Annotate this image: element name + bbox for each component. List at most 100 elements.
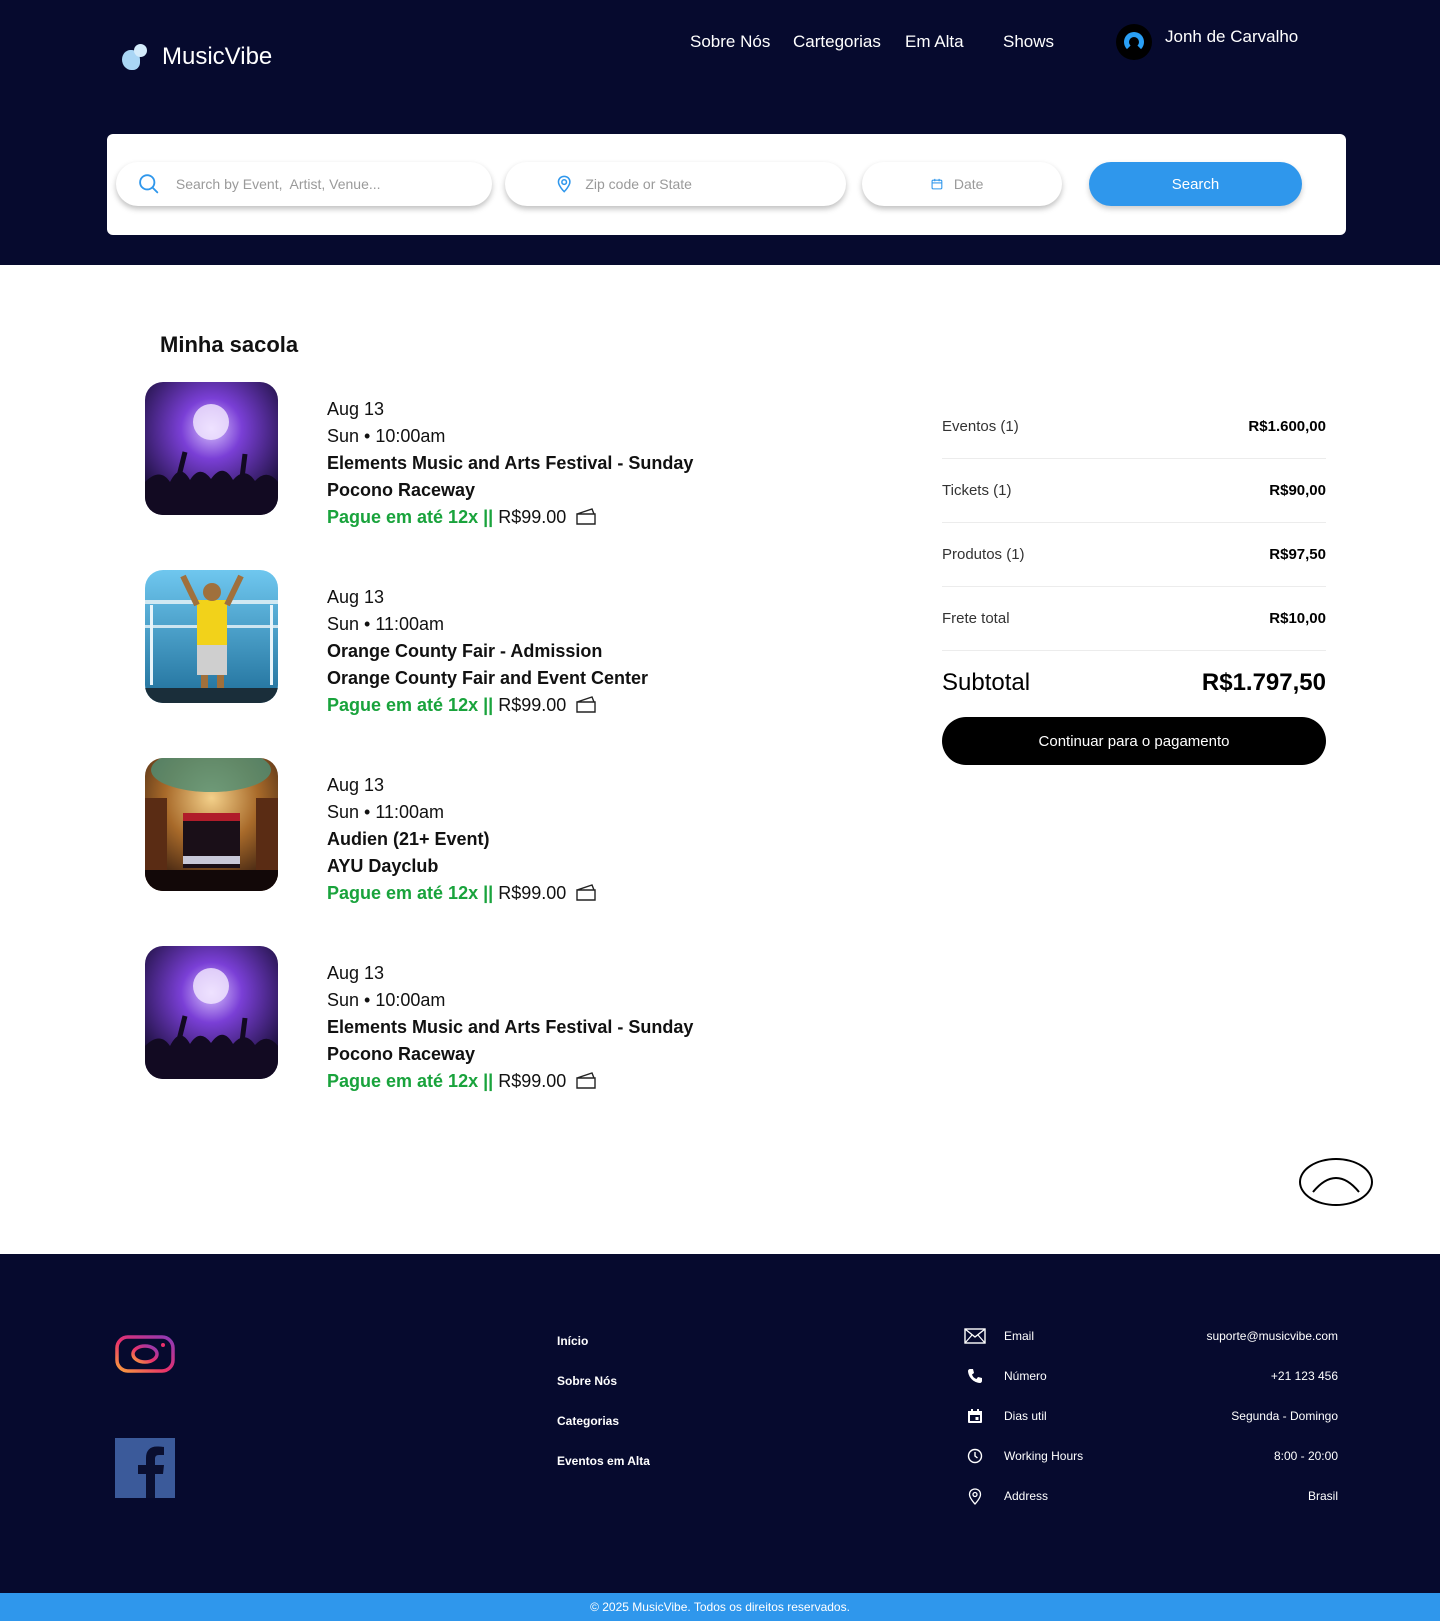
event-time: Sun • 11:00am [327, 802, 445, 822]
nav-categorias[interactable]: Cartegorias [793, 32, 881, 52]
footer-link-inicio[interactable]: Início [557, 1334, 588, 1348]
location-pin-icon [557, 175, 571, 193]
price: R$99.00 [498, 883, 567, 903]
contact-days: Dias util Segunda - Domingo [964, 1404, 1338, 1428]
price: R$99.00 [498, 695, 567, 715]
installment-text: Pague em até 12x [327, 695, 479, 715]
installment-text: Pague em até 12x [327, 1071, 479, 1091]
event-name[interactable]: Orange County Fair - Admission [327, 638, 648, 665]
summary-label: Produtos (1) [942, 546, 1025, 563]
separator: || [483, 883, 494, 903]
summary-value: R$1.600,00 [1248, 418, 1326, 435]
event-search-field[interactable] [116, 162, 492, 206]
contact-value: 8:00 - 20:00 [1273, 1449, 1338, 1463]
ticket-icon [576, 508, 596, 525]
back-to-top-button[interactable] [1299, 1158, 1373, 1206]
order-summary: Eventos (1) R$1.600,00 Tickets (1) R$90,… [942, 395, 1326, 765]
cart-item: Aug 13 Sun • 11:00am Orange County Fair … [145, 570, 765, 715]
search-button[interactable]: Search [1089, 162, 1302, 206]
event-name[interactable]: Audien (21+ Event) [327, 826, 597, 853]
copyright-bar: © 2025 MusicVibe. Todos os direitos rese… [0, 1593, 1440, 1621]
event-time: Sun • 11:00am [327, 614, 445, 634]
search-icon [139, 174, 159, 194]
summary-row-produtos: Produtos (1) R$97,50 [942, 523, 1326, 587]
installment-text: Pague em até 12x [327, 507, 479, 527]
logo-icon [120, 42, 148, 72]
event-time: Sun • 10:00am [327, 990, 446, 1010]
summary-value: R$10,00 [1269, 610, 1326, 627]
location-field[interactable] [505, 162, 846, 206]
summary-value: R$90,00 [1269, 482, 1326, 499]
summary-row-frete: Frete total R$10,00 [942, 587, 1326, 651]
event-name[interactable]: Elements Music and Arts Festival - Sunda… [327, 1014, 693, 1041]
event-image[interactable] [145, 758, 278, 891]
event-venue: Pocono Raceway [327, 480, 476, 500]
summary-row-tickets: Tickets (1) R$90,00 [942, 459, 1326, 523]
calendar-icon [931, 178, 943, 190]
price: R$99.00 [498, 1071, 567, 1091]
installment-text: Pague em até 12x [327, 883, 479, 903]
nav-em-alta[interactable]: Em Alta [905, 32, 964, 52]
site-footer: Início Sobre Nós Categorias Eventos em A… [0, 1254, 1440, 1593]
contact-label: Dias util [1004, 1409, 1047, 1423]
contact-value[interactable]: +21 123 456 [1271, 1369, 1338, 1383]
contact-phone: Número +21 123 456 [964, 1364, 1338, 1388]
contact-value[interactable]: suporte@musicvibe.com [1206, 1329, 1338, 1343]
summary-label: Tickets (1) [942, 482, 1012, 499]
ticket-icon [576, 884, 596, 901]
contact-label: Número [1004, 1369, 1047, 1383]
phone-icon [964, 1365, 986, 1387]
summary-label: Eventos (1) [942, 418, 1019, 435]
event-image[interactable] [145, 946, 278, 1079]
separator: || [483, 1071, 494, 1091]
event-time: Sun • 10:00am [327, 426, 446, 446]
chevron-up-icon [1312, 1177, 1360, 1193]
nav-sobre-nos[interactable]: Sobre Nós [690, 32, 770, 52]
contact-value: Segunda - Domingo [1231, 1409, 1338, 1423]
date-input[interactable] [953, 176, 1062, 192]
event-date: Aug 13 [327, 775, 385, 795]
user-name[interactable]: Jonh de Carvalho [1165, 27, 1298, 47]
page-title: Minha sacola [160, 332, 299, 357]
ticket-icon [576, 1072, 596, 1089]
footer-link-categorias[interactable]: Categorias [557, 1414, 619, 1428]
checkout-button[interactable]: Continuar para o pagamento [942, 717, 1326, 765]
facebook-icon[interactable] [115, 1438, 175, 1498]
user-icon [1124, 32, 1144, 52]
avatar[interactable] [1116, 24, 1152, 60]
contact-label: Email [1004, 1329, 1035, 1343]
separator: || [483, 507, 494, 527]
event-image[interactable] [145, 570, 278, 703]
logo[interactable]: MusicVibe [120, 40, 272, 74]
cart-item: Aug 13 Sun • 10:00am Elements Music and … [145, 382, 765, 527]
date-field[interactable] [862, 162, 1062, 206]
nav-shows[interactable]: Shows [1003, 32, 1054, 52]
calendar-icon [964, 1405, 986, 1427]
ticket-icon [576, 696, 596, 713]
subtotal-value: R$1.797,50 [1201, 669, 1326, 696]
summary-label: Frete total [942, 610, 1010, 627]
event-date: Aug 13 [327, 399, 385, 419]
cart-item: Aug 13 Sun • 10:00am Elements Music and … [145, 946, 765, 1091]
location-icon [964, 1485, 986, 1507]
subtotal-label: Subtotal [942, 669, 1031, 696]
search-input[interactable] [175, 176, 492, 192]
site-header: MusicVibe Sobre Nós Cartegorias Em Alta … [0, 0, 1440, 265]
event-date: Aug 13 [327, 963, 385, 983]
event-image[interactable] [145, 382, 278, 515]
clock-icon [964, 1445, 986, 1467]
separator: || [483, 695, 494, 715]
instagram-icon[interactable] [115, 1334, 175, 1374]
footer-link-sobre-nos[interactable]: Sobre Nós [557, 1374, 617, 1388]
contact-value: Brasil [1307, 1489, 1338, 1503]
summary-value: R$97,50 [1269, 546, 1326, 563]
cart-item: Aug 13 Sun • 11:00am Audien (21+ Event) … [145, 758, 765, 903]
contact-label: Address [1004, 1489, 1049, 1503]
event-name[interactable]: Elements Music and Arts Festival - Sunda… [327, 450, 693, 477]
contact-address: Address Brasil [964, 1484, 1338, 1508]
location-input[interactable] [585, 176, 846, 192]
mail-icon [964, 1325, 986, 1347]
event-date: Aug 13 [327, 587, 385, 607]
search-panel: Search [107, 134, 1346, 235]
footer-link-eventos-em-alta[interactable]: Eventos em Alta [557, 1454, 650, 1468]
